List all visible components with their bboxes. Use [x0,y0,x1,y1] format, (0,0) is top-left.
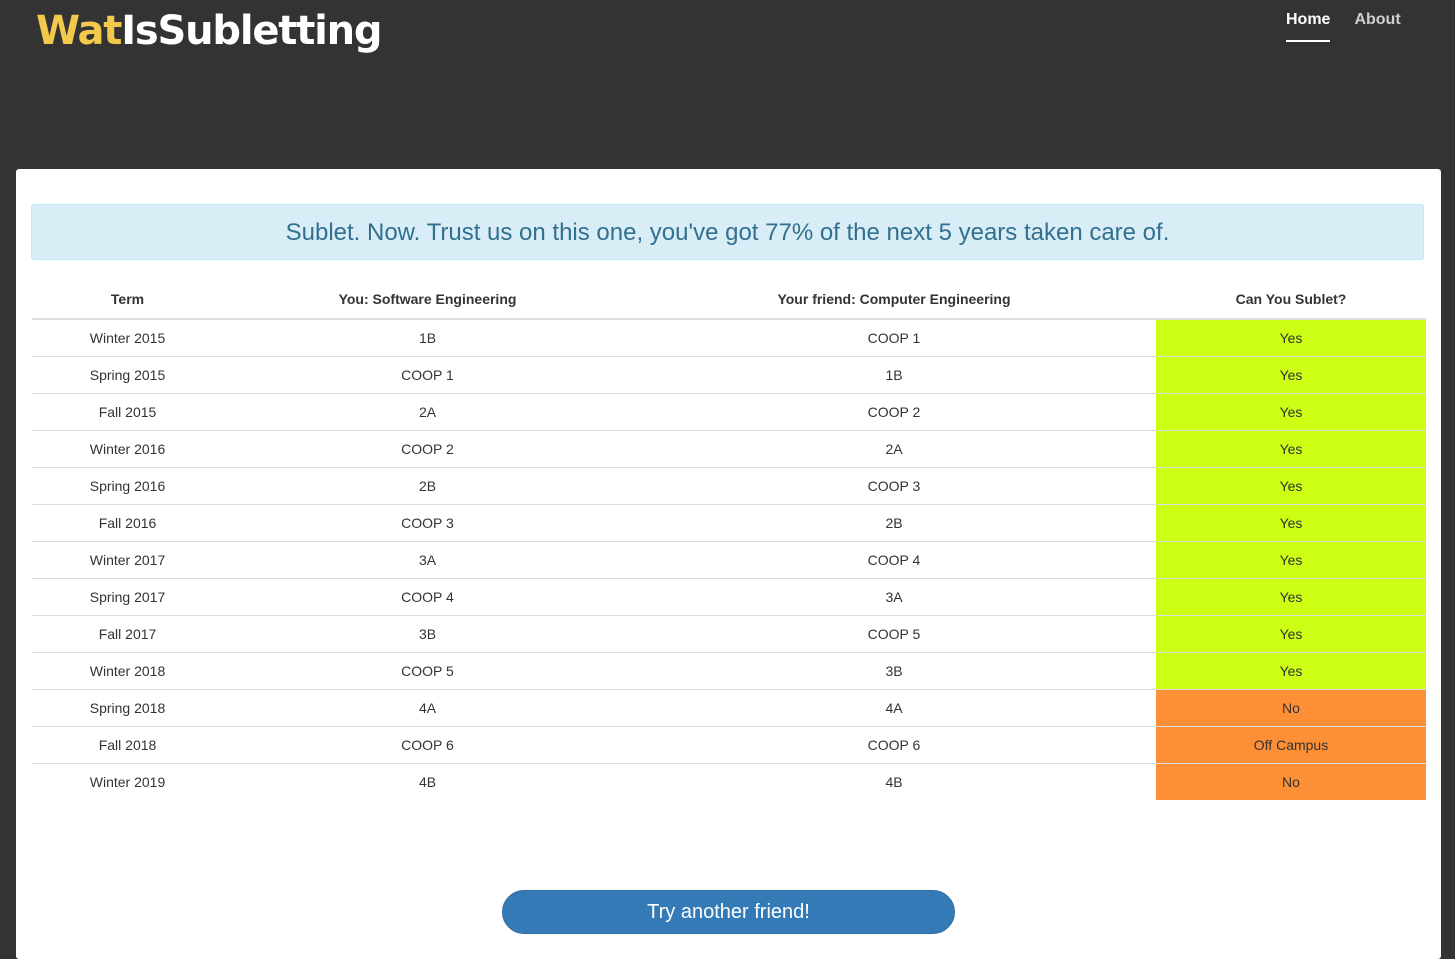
cell-you: 4A [223,689,632,727]
table-row: Spring 2018 4A 4A No [32,689,1426,727]
cell-term: Fall 2017 [32,615,223,653]
cell-term: Winter 2019 [32,763,223,800]
cell-friend: COOP 5 [632,615,1156,653]
table-row: Winter 2018 COOP 5 3B Yes [32,652,1426,690]
cell-sublet-status: Yes [1156,578,1426,616]
cell-you: 3A [223,541,632,579]
cell-you: 2A [223,393,632,431]
cell-friend: 3B [632,652,1156,690]
cell-term: Spring 2015 [32,356,223,394]
try-another-friend-button[interactable]: Try another friend! [502,890,955,934]
cell-sublet-status: No [1156,763,1426,800]
cell-sublet-status: Yes [1156,652,1426,690]
nav-about-link[interactable]: About [1354,10,1400,42]
cell-friend: COOP 1 [867,330,921,346]
cell-you: COOP 5 [223,652,632,690]
cell-sublet-status: Yes [1156,541,1426,579]
cell-you: 2B [223,467,632,505]
cell-friend: 3A [632,578,1156,616]
table-row: Fall 2016 COOP 3 2B Yes [32,504,1426,542]
logo-wat: Wat [36,8,122,54]
table-row: Winter 2015 1B COOP 1 Yes [32,319,1426,357]
logo-is-subletting: IsSubletting [121,8,382,54]
cell-term: Spring 2017 [32,578,223,616]
table-row: Spring 2015 COOP 1 1B Yes [32,356,1426,394]
cell-friend: 4B [632,763,1156,800]
cell-friend: 2A [632,430,1156,468]
cell-sublet-status: Yes [1156,356,1426,394]
cell-term: Winter 2017 [32,541,223,579]
cell-friend: COOP 4 [632,541,1156,579]
cell-you: COOP 1 [223,356,632,394]
cell-friend: COOP 6 [632,726,1156,764]
nav-home-link[interactable]: Home [1286,10,1331,42]
cell-sublet-status: Yes [1156,615,1426,653]
cell-you: COOP 2 [223,430,632,468]
table-body: Winter 2015 1B COOP 1 Yes Spring 2015 COOP 11… [32,319,1426,800]
table-row: Fall 2015 2A COOP 2 Yes [32,393,1426,431]
header-can-sublet: Can You Sublet? [1156,280,1426,320]
cell-you: COOP 4 [223,578,632,616]
top-nav: Home About [1286,10,1401,42]
cell-term: Spring 2016 [32,467,223,505]
cell-term: Fall 2015 [32,393,223,431]
table-row: Winter 2016 COOP 2 2A Yes [32,430,1426,468]
main-panel: Sublet. Now. Trust us on this one, you'v… [16,169,1441,959]
cell-sublet-status: Yes [1156,430,1426,468]
cell-term: Winter 2015 [89,330,166,346]
cell-you: 3B [223,615,632,653]
cell-sublet-status: Yes [1156,393,1426,431]
cell-sublet-status: Yes [1156,504,1426,542]
header-term: Term [32,280,223,320]
cell-you: 1B [418,330,437,346]
table-row: Fall 2018 COOP 6 COOP 6 Off Campus [32,726,1426,764]
cell-you: 4B [223,763,632,800]
cell-sublet-status: Yes [1156,319,1426,357]
cell-term: Spring 2018 [32,689,223,727]
cell-friend: COOP 2 [632,393,1156,431]
cell-term: Fall 2016 [32,504,223,542]
table-row: Winter 2017 3A COOP 4 Yes [32,541,1426,579]
cell-term: Fall 2018 [32,726,223,764]
cell-friend: 1B [632,356,1156,394]
site-logo[interactable]: WatIsSubletting [36,4,383,58]
cell-you: COOP 3 [223,504,632,542]
sublet-alert: Sublet. Now. Trust us on this one, you'v… [31,204,1424,260]
cell-sublet-status: No [1156,689,1426,727]
cell-term: Winter 2016 [32,430,223,468]
cell-sublet-status: Yes [1156,467,1426,505]
header-friend: Your friend: Computer Engineering [632,280,1156,320]
cell-friend: 2B [632,504,1156,542]
table-row: Spring 2016 2B COOP 3 Yes [32,467,1426,505]
table-header-row: Term You: Software Engineering Your frie… [32,280,1426,320]
cell-friend: 4A [632,689,1156,727]
cell-sublet-status: Off Campus [1156,726,1426,764]
table-row: Fall 2017 3B COOP 5 Yes [32,615,1426,653]
cell-term: Winter 2018 [32,652,223,690]
cell-you: COOP 6 [223,726,632,764]
schedule-table: Term You: Software Engineering Your frie… [32,280,1426,800]
header-you: You: Software Engineering [223,280,632,320]
table-row: Winter 2019 4B 4B No [32,763,1426,800]
cell-friend: COOP 3 [632,467,1156,505]
table-row: Spring 2017 COOP 4 3A Yes [32,578,1426,616]
